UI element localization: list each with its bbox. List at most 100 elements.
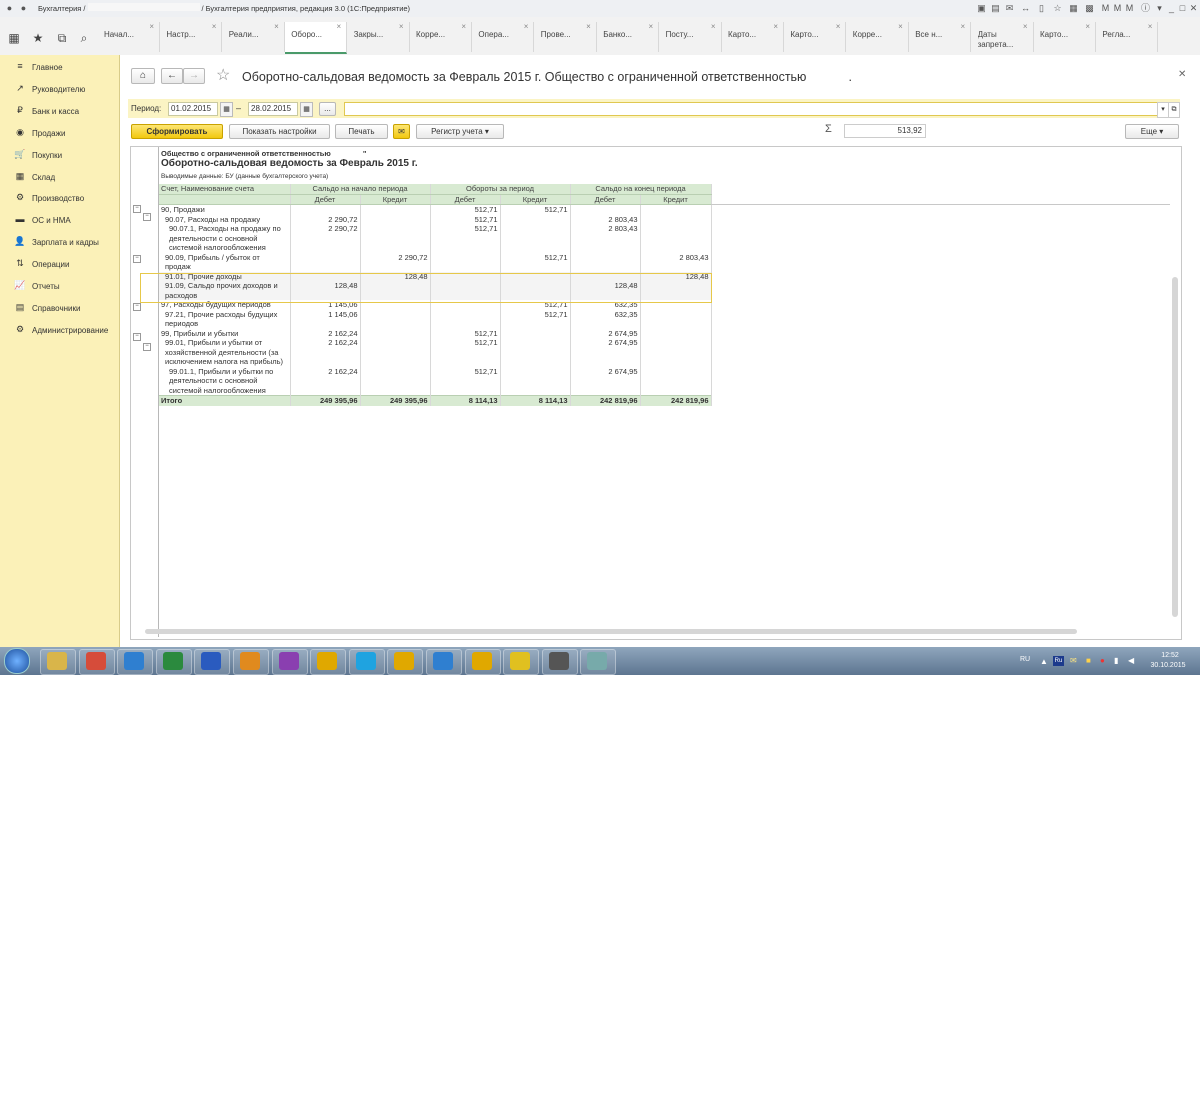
sidebar-item-12[interactable]: ⚙ Администрирование xyxy=(10,322,118,340)
taskbar-app-2[interactable] xyxy=(117,649,154,675)
tray-mail-icon[interactable]: ✉ xyxy=(1070,656,1077,665)
collapse-90-07-icon[interactable]: − xyxy=(143,213,151,221)
taskbar-app-3[interactable] xyxy=(155,649,192,675)
taskbar-app-4[interactable] xyxy=(194,649,231,675)
taskbar-app-1[interactable] xyxy=(78,649,115,675)
amount-cell[interactable] xyxy=(360,366,431,396)
start-button[interactable] xyxy=(4,648,30,674)
amount-cell[interactable] xyxy=(360,309,431,329)
tab-close-icon[interactable]: × xyxy=(961,22,966,31)
tab-close-icon[interactable]: × xyxy=(773,22,778,31)
table-row[interactable]: 90.09, Прибыль / убыток от продаж 2 290,7… xyxy=(159,252,712,272)
amount-cell[interactable] xyxy=(430,309,501,329)
table-row[interactable]: 90.07.1, Расходы на продажу по деятельно… xyxy=(159,224,712,253)
tab-1[interactable]: Настр... × xyxy=(160,22,223,52)
mail-icon[interactable]: ✉ xyxy=(1004,3,1015,14)
total-amount-cell[interactable]: 242 819,96 xyxy=(570,395,641,406)
amount-cell[interactable] xyxy=(430,252,501,272)
amount-cell[interactable] xyxy=(640,366,712,396)
tab-4[interactable]: Закры... × xyxy=(348,22,410,52)
sidebar-item-10[interactable]: 📈 Отчеты xyxy=(10,278,118,296)
m-icon[interactable]: M xyxy=(1100,3,1111,14)
generate-button[interactable]: Сформировать xyxy=(131,124,223,139)
sidebar-item-1[interactable]: ↗ Руководителю xyxy=(10,81,118,99)
tab-3[interactable]: Оборо... × xyxy=(285,22,348,54)
sidebar-item-2[interactable]: ₽ Банк и касса xyxy=(10,103,118,121)
amount-cell[interactable]: 2 162,24 xyxy=(290,338,361,367)
app-menu-icon[interactable]: ● xyxy=(18,3,29,14)
tab-close-icon[interactable]: × xyxy=(524,22,529,31)
total-amount-cell[interactable]: 242 819,96 xyxy=(640,395,712,406)
taskbar-app-12[interactable] xyxy=(503,649,540,675)
dropdown-icon[interactable]: ▾ xyxy=(1154,3,1165,14)
clock-date[interactable]: 30.10.2015 xyxy=(1147,662,1189,669)
sidebar-item-4[interactable]: 🛒 Покупки xyxy=(10,147,118,165)
amount-cell[interactable] xyxy=(640,309,712,329)
organization-field[interactable] xyxy=(344,102,1158,116)
amount-cell[interactable] xyxy=(500,328,571,338)
account-cell[interactable]: 90.07, Расходы на продажу xyxy=(159,214,291,224)
sidebar-item-8[interactable]: 👤 Зарплата и кадры xyxy=(10,234,118,252)
sidebar-item-9[interactable]: ⇅ Операции xyxy=(10,256,118,274)
amount-cell[interactable]: 512,71 xyxy=(500,309,571,329)
tab-15[interactable]: Карто... × xyxy=(1034,22,1096,52)
amount-cell[interactable] xyxy=(640,204,712,215)
taskbar-app-10[interactable] xyxy=(426,649,462,675)
account-cell[interactable]: 99, Прибыли и убытки xyxy=(159,328,291,338)
total-amount-cell[interactable]: 8 114,13 xyxy=(430,395,501,406)
account-cell[interactable]: 90, Продажи xyxy=(159,204,291,215)
amount-cell[interactable] xyxy=(360,338,431,367)
tab-close-icon[interactable]: × xyxy=(649,22,654,31)
amount-cell[interactable]: 512,71 xyxy=(430,366,501,396)
table-row[interactable]: 90.07, Расходы на продажу 2 290,72 512,71 2… xyxy=(159,214,712,224)
amount-cell[interactable] xyxy=(290,252,361,272)
table-row[interactable]: 99.01.1, Прибыли и убытки по деятельност… xyxy=(159,366,712,396)
sidebar-item-7[interactable]: ▬ ОС и НМА xyxy=(10,212,118,230)
amount-cell[interactable] xyxy=(500,366,571,396)
mplus-icon[interactable]: M xyxy=(1112,3,1123,14)
amount-cell[interactable]: 512,71 xyxy=(430,214,501,224)
total-row[interactable]: Итого 249 395,96 249 395,96 8 114,13 8 114,1… xyxy=(159,395,712,406)
amount-cell[interactable]: 512,71 xyxy=(430,328,501,338)
clock-time[interactable]: 12:52 xyxy=(1151,652,1189,659)
taskbar-app-13[interactable] xyxy=(541,649,578,675)
tab-close-icon[interactable]: × xyxy=(212,22,217,31)
amount-cell[interactable]: 1 145,06 xyxy=(290,309,361,329)
amount-cell[interactable] xyxy=(640,224,712,253)
favorite-star-icon[interactable]: ☆ xyxy=(216,65,230,85)
keyboard-lang-icon[interactable]: Ru xyxy=(1053,656,1064,666)
sidebar-item-0[interactable]: ≡ Главное xyxy=(10,59,118,77)
tab-close-icon[interactable]: × xyxy=(274,22,279,31)
tab-close-icon[interactable]: × xyxy=(711,22,716,31)
account-cell[interactable]: 99.01, Прибыли и убытки от хозяйственной… xyxy=(159,338,291,367)
amount-cell[interactable]: 2 290,72 xyxy=(290,224,361,253)
taskbar-app-0[interactable] xyxy=(40,649,76,675)
tab-close-icon[interactable]: × xyxy=(399,22,404,31)
amount-cell[interactable]: 2 803,43 xyxy=(640,252,712,272)
tab-16[interactable]: Регла... × xyxy=(1096,22,1159,52)
close-icon[interactable]: ✕ xyxy=(1188,3,1199,14)
amount-cell[interactable]: 632,35 xyxy=(570,309,641,329)
collapse-90-icon[interactable]: − xyxy=(133,205,141,213)
tab-close-icon[interactable]: × xyxy=(1148,22,1153,31)
tray-app-icon[interactable]: ■ xyxy=(1086,656,1091,665)
total-amount-cell[interactable]: 249 395,96 xyxy=(290,395,361,406)
amount-cell[interactable] xyxy=(360,214,431,224)
total-amount-cell[interactable]: 249 395,96 xyxy=(360,395,431,406)
send-mail-button[interactable]: ✉ xyxy=(393,124,410,139)
tab-close-icon[interactable]: × xyxy=(149,22,154,31)
close-report-icon[interactable]: ✕ xyxy=(1178,69,1186,80)
amount-cell[interactable]: 512,71 xyxy=(430,338,501,367)
save-icon[interactable]: ▣ xyxy=(976,3,987,14)
amount-cell[interactable]: 2 162,24 xyxy=(290,366,361,396)
network-icon[interactable]: ▮ xyxy=(1114,656,1118,665)
minimize-icon[interactable]: _ xyxy=(1166,3,1177,14)
period-select-button[interactable]: ... xyxy=(319,102,336,116)
tab-close-icon[interactable]: × xyxy=(461,22,466,31)
amount-cell[interactable] xyxy=(360,224,431,253)
table-row[interactable]: 99, Прибыли и убытки 2 162,24 512,71 2 674,… xyxy=(159,328,712,338)
tab-close-icon[interactable]: × xyxy=(898,22,903,31)
horizontal-scrollbar[interactable] xyxy=(145,629,1077,634)
table-row[interactable]: 99.01, Прибыли и убытки от хозяйственной… xyxy=(159,338,712,367)
calendar-icon[interactable]: ▩ xyxy=(1084,3,1095,14)
